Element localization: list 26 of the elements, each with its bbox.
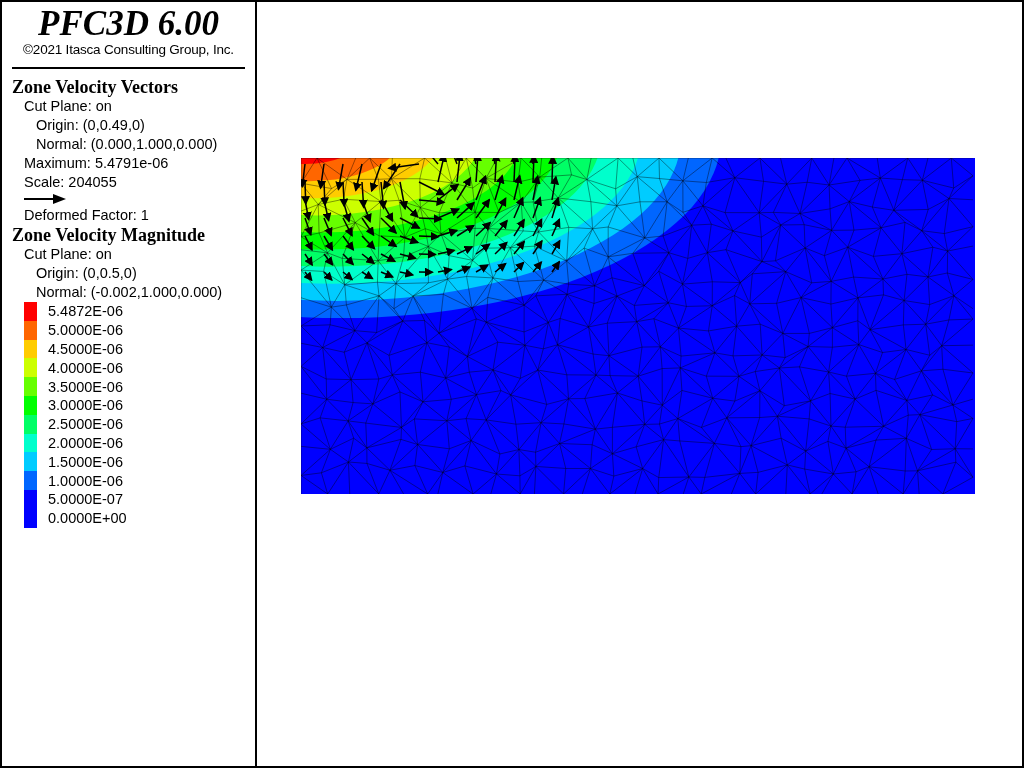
legend-value: 5.4872E-06 [48, 303, 123, 320]
legend-value: 5.0000E-07 [48, 491, 123, 508]
legend-value: 5.0000E-06 [48, 322, 123, 339]
legend-value: 3.5000E-06 [48, 378, 123, 395]
legend-text: Cut Plane: on [23, 97, 113, 116]
legend-heading: Zone Velocity Magnitude [12, 225, 206, 245]
legend-heading: Zone Velocity Vectors [12, 77, 179, 97]
copyright-text: ©2021 Itasca Consulting Group, Inc. [22, 42, 235, 58]
legend-value: 0.0000E+00 [48, 510, 127, 527]
legend-text: Normal: (-0.002,1.000,0.000) [35, 283, 224, 302]
legend-text: Scale: 204055 [23, 173, 118, 192]
legend-text: Cut Plane: on [23, 245, 113, 264]
app-title: PFC3D 6.00 [37, 6, 220, 42]
legend-value: 2.0000E-06 [48, 434, 123, 451]
legend-value: 3.0000E-06 [48, 397, 123, 414]
legend-text: Maximum: 5.4791e-06 [23, 154, 170, 173]
scale-arrow-icon [24, 194, 66, 204]
legend-text: Origin: (0,0.49,0) [35, 116, 146, 135]
legend-value: 1.5000E-06 [48, 453, 123, 470]
legend-value: 2.5000E-06 [48, 416, 123, 433]
legend-text: Origin: (0,0.5,0) [35, 264, 138, 283]
legend-value: 1.0000E-06 [48, 472, 123, 489]
legend-value: 4.5000E-06 [48, 341, 123, 357]
legend-value: 4.0000E-06 [48, 359, 123, 376]
legend-text: Normal: (0.000,1.000,0.000) [35, 135, 219, 154]
legend-text: Deformed Factor: 1 [23, 206, 150, 225]
